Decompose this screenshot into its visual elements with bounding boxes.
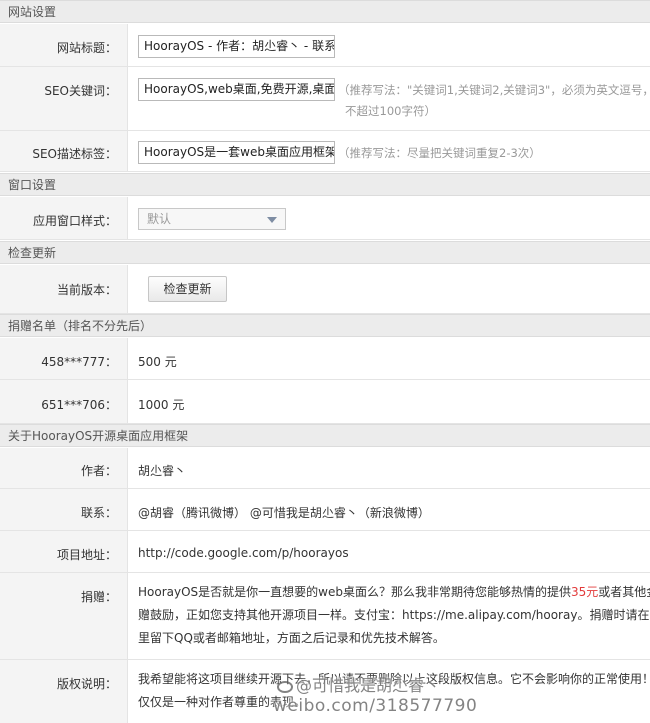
check-update-button[interactable]: 检查更新 [148,276,227,302]
label-cell: 651***706： [0,380,128,423]
section-check-update: 检查更新 [0,241,650,264]
donate-row: 捐赠： HoorayOS是否就是你一直想要的web桌面么？那么我非常期待您能够热… [0,573,650,660]
site-title-input[interactable]: HoorayOS - 作者：胡尐睿丶 - 联系方式 [138,35,335,58]
label-cell: 项目地址： [0,531,128,572]
window-style-label: 应用窗口样式： [32,214,117,228]
label-cell: 网站标题： [0,24,128,66]
donate-line3: 里留下QQ或者邮箱地址，方面之后记录和优先技术解答。 [138,631,445,645]
label-cell: 当前版本： [0,265,128,313]
weibo-eye-icon [277,680,293,693]
seo-keywords-label: SEO关键词： [44,84,117,98]
watermark-handle: @可惜我是胡尐睿丶 [296,676,441,695]
version-row: 当前版本： 检查更新 [0,265,650,314]
seo-desc-label: SEO描述标签： [32,147,117,161]
seo-desc-hint: （推荐写法：尽量把关键词重复2-3次） [338,146,541,160]
project-row: 项目地址： http://code.google.com/p/hoorayos [0,531,650,573]
donate-line1: HoorayOS是否就是你一直想要的web桌面么？那么我非常期待您能够热情的提供 [138,585,571,599]
site-title-row: 网站标题： HoorayOS - 作者：胡尐睿丶 - 联系方式 [0,24,650,67]
seo-keywords-hint: （推荐写法："关键词1,关键词2,关键词3"，必须为英文逗号， [338,83,650,97]
site-title-label: 网站标题： [56,41,117,55]
donor-amount: 500 元 [138,355,177,369]
current-version-label: 当前版本： [56,283,117,297]
author-row: 作者： 胡尐睿丶 [0,448,650,489]
donate-line1-end: 或者其他金额的捐赠 [598,585,650,599]
section-donors: 捐赠名单（排名不分先后） [0,314,650,337]
contact-row: 联系： @胡睿（腾讯微博） @可惜我是胡尐睿丶（新浪微博） [0,489,650,531]
section-window-settings: 窗口设置 [0,173,650,196]
project-label: 项目地址： [56,548,117,562]
project-url: http://code.google.com/p/hoorayos [138,546,349,560]
weibo-watermark: @可惜我是胡尐睿丶 weibo.com/318577790 [273,676,477,716]
donor-name: 458***777： [41,355,117,369]
label-cell: 458***777： [0,338,128,379]
watermark-url: weibo.com/318577790 [273,696,478,716]
seo-keywords-hint-cont: 不超过100字符） [345,104,436,118]
donor-name: 651***706： [41,398,117,412]
label-cell: 作者： [0,448,128,488]
seo-keywords-input[interactable]: HoorayOS,web桌面,免费开源,桌面管理 [138,78,335,101]
donor-row: 458***777： 500 元 [0,338,650,380]
seo-keywords-row: SEO关键词： HoorayOS,web桌面,免费开源,桌面管理 （推荐写法："… [0,67,650,131]
label-cell: SEO描述标签： [0,131,128,171]
donate-amount-highlight: 35元 [570,585,599,599]
label-cell: 版权说明： [0,660,128,723]
chevron-down-icon [267,217,277,223]
donate-line2: 赠鼓励，正如您支持其他开源项目一样。支付宝：https://me.alipay.… [138,608,650,622]
donor-amount: 1000 元 [138,398,185,412]
contact-value: @胡睿（腾讯微博） @可惜我是胡尐睿丶（新浪微博） [138,506,430,520]
donate-label: 捐赠： [80,590,117,604]
donate-text: HoorayOS是否就是你一直想要的web桌面么？那么我非常期待您能够热情的提供… [138,581,650,650]
seo-desc-input[interactable]: HoorayOS是一套web桌面应用框架， [138,141,335,164]
label-cell: 捐赠： [0,573,128,659]
window-style-selected: 默认 [147,212,172,226]
label-cell: 应用窗口样式： [0,197,128,239]
window-style-select[interactable]: 默认 [138,208,286,230]
author-label: 作者： [80,464,117,478]
donor-row: 651***706： 1000 元 [0,380,650,424]
section-site-settings: 网站设置 [0,0,650,23]
label-cell: SEO关键词： [0,67,128,130]
contact-label: 联系： [80,506,117,520]
window-style-row: 应用窗口样式： 默认 [0,197,650,240]
author-value: 胡尐睿丶 [138,464,187,478]
copyright-label: 版权说明： [56,677,117,691]
label-cell: 联系： [0,489,128,530]
seo-desc-row: SEO描述标签： HoorayOS是一套web桌面应用框架， （推荐写法：尽量把… [0,131,650,172]
section-about: 关于HoorayOS开源桌面应用框架 [0,424,650,447]
